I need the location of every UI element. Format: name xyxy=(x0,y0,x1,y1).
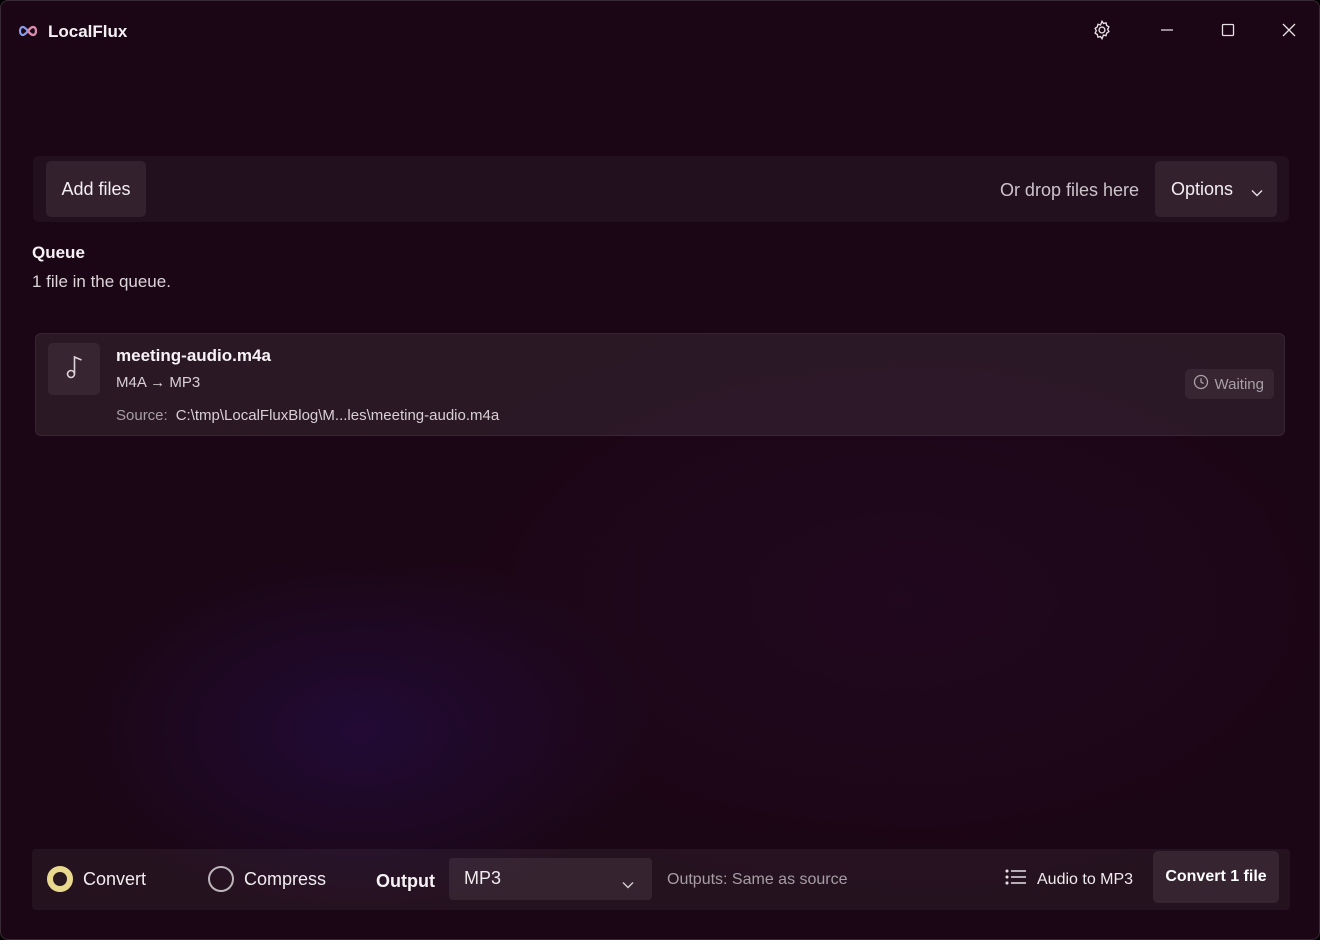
options-label: Options xyxy=(1171,178,1234,199)
music-note-icon xyxy=(63,353,85,386)
add-files-button[interactable]: Add files xyxy=(46,161,146,217)
file-name: meeting-audio.m4a xyxy=(116,346,271,365)
mode-convert-label: Convert xyxy=(83,868,147,889)
chevron-down-icon xyxy=(622,873,634,894)
file-conversion: M4A → MP3 xyxy=(116,374,201,391)
queue-item[interactable]: meeting-audio.m4a M4A → MP3 Source: C:\tm… xyxy=(35,333,1285,436)
maximize-icon xyxy=(1221,23,1235,42)
file-source: Source: C:\tmp\LocalFluxBlog\M...les\meet… xyxy=(116,407,499,424)
clock-icon xyxy=(1193,374,1209,394)
gear-icon xyxy=(1091,19,1113,46)
app-title: LocalFlux xyxy=(48,22,128,41)
output-label: Output xyxy=(376,871,435,891)
preset-button[interactable]: Audio to MP3 xyxy=(1005,869,1133,890)
minimize-button[interactable] xyxy=(1150,15,1184,49)
close-button[interactable] xyxy=(1272,15,1306,49)
maximize-button[interactable] xyxy=(1211,15,1245,49)
outputs-hint: Outputs: Same as source xyxy=(667,871,848,888)
preset-label: Audio to MP3 xyxy=(1037,870,1134,888)
source-path: C:\tmp\LocalFluxBlog\M...les\meeting-aud… xyxy=(175,407,500,424)
status-text: Waiting xyxy=(1214,375,1264,393)
close-icon xyxy=(1282,23,1296,42)
drop-hint: Or drop files here xyxy=(999,180,1139,200)
convert-button[interactable]: Convert 1 file xyxy=(1153,851,1279,903)
mode-convert-radio[interactable]: Convert xyxy=(47,866,146,892)
status-badge: Waiting xyxy=(1184,369,1274,399)
action-bar: Convert Compress Output MP3 Outputs: Sam… xyxy=(32,849,1290,910)
infinity-logo-icon xyxy=(17,23,39,39)
radio-selected-icon xyxy=(47,866,73,892)
list-icon xyxy=(1005,869,1027,890)
minimize-icon xyxy=(1160,23,1174,42)
queue-title: Queue xyxy=(32,243,85,262)
radio-unselected-icon xyxy=(208,866,234,892)
file-type-icon xyxy=(48,343,100,395)
app-window: LocalFlux Add files Or drop files here O… xyxy=(0,0,1320,940)
source-label: Source: xyxy=(116,407,168,424)
title-bar: LocalFlux xyxy=(1,1,1319,63)
output-format-select[interactable]: MP3 xyxy=(449,858,652,900)
options-button[interactable]: Options xyxy=(1155,161,1277,217)
settings-button[interactable] xyxy=(1085,15,1119,49)
queue-count: 1 file in the queue. xyxy=(32,272,171,291)
chevron-down-icon xyxy=(1251,181,1263,202)
output-format-value: MP3 xyxy=(464,868,502,888)
drop-zone[interactable]: Add files Or drop files here Options xyxy=(33,156,1289,222)
mode-compress-label: Compress xyxy=(244,868,327,889)
mode-compress-radio[interactable]: Compress xyxy=(208,866,326,892)
